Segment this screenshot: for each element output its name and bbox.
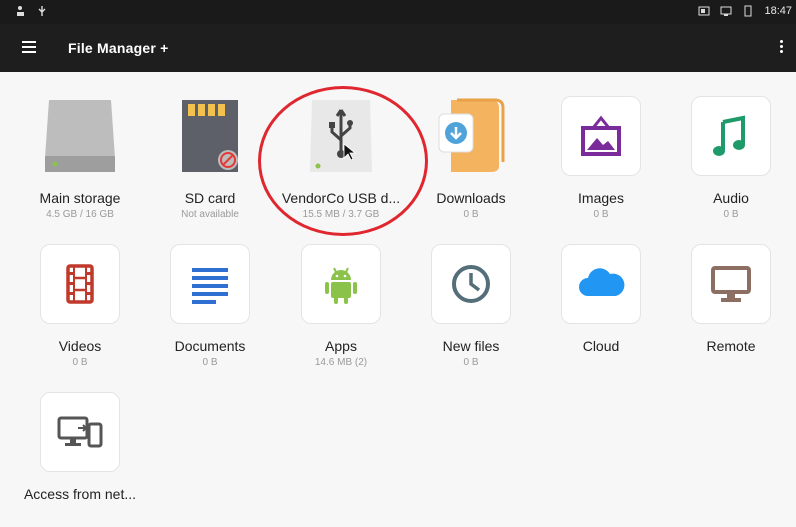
status-bar: 18:47: [0, 0, 796, 24]
tile-new-files[interactable]: New files 0 B: [406, 244, 536, 368]
sim-icon: [744, 5, 752, 17]
tile-images[interactable]: Images 0 B: [536, 96, 666, 220]
devices-icon: [57, 416, 103, 448]
tile-subtext: 0 B: [72, 357, 88, 368]
android-icon: [325, 267, 357, 304]
app-title: File Manager +: [68, 40, 169, 56]
sd-card-icon: [182, 100, 238, 172]
tile-label: SD card: [184, 190, 236, 206]
notification-icon: [17, 6, 24, 16]
tile-network-access[interactable]: Access from net...: [15, 392, 145, 502]
tile-label: New files: [442, 338, 500, 354]
tile-subtext: 0 B: [593, 209, 609, 220]
usb-icon: [38, 6, 46, 16]
tile-subtext: 0 B: [463, 357, 479, 368]
tile-subtext: 0 B: [202, 357, 218, 368]
more-options-icon[interactable]: [774, 38, 788, 58]
music-note-icon: [713, 115, 745, 156]
tile-label: Audio: [713, 190, 749, 206]
tile-label: Apps: [325, 338, 357, 354]
tile-main-storage[interactable]: Main storage 4.5 GB / 16 GB: [15, 96, 145, 220]
tile-videos[interactable]: Videos 0 B: [15, 244, 145, 368]
status-time: 18:47: [764, 5, 792, 17]
tile-cloud[interactable]: Cloud: [536, 244, 666, 354]
tile-label: Downloads: [436, 190, 506, 206]
document-lines-icon: [192, 268, 228, 304]
tile-remote[interactable]: Remote: [666, 244, 796, 354]
tile-label: Videos: [58, 338, 102, 354]
usb-drive-icon: [310, 100, 372, 172]
tile-label: Main storage: [39, 190, 121, 206]
tile-label: Documents: [174, 338, 246, 354]
app-toolbar: File Manager +: [0, 24, 796, 72]
tile-subtext: 0 B: [463, 209, 479, 220]
tile-label: Cloud: [582, 338, 620, 354]
tile-apps[interactable]: Apps 14.6 MB (2): [276, 244, 406, 368]
hard-drive-icon: [45, 100, 115, 172]
screen-icon: [720, 6, 732, 16]
clock-icon: [452, 265, 490, 303]
tile-usb-drive[interactable]: VendorCo USB d... 15.5 MB / 3.7 GB: [276, 96, 406, 220]
tile-subtext: 15.5 MB / 3.7 GB: [302, 209, 380, 220]
storage-grid: Main storage 4.5 GB / 16 GB SD card Not …: [0, 72, 796, 527]
tile-documents[interactable]: Documents 0 B: [145, 244, 275, 368]
tile-label: Images: [578, 190, 624, 206]
tile-label: Remote: [706, 338, 756, 354]
tile-subtext: Not available: [181, 209, 239, 220]
tile-audio[interactable]: Audio 0 B: [666, 96, 796, 220]
cast-icon: [698, 6, 710, 16]
cloud-icon: [579, 268, 625, 296]
tile-label: Access from net...: [23, 486, 137, 502]
image-icon: [581, 115, 621, 156]
tile-subtext: 14.6 MB (2): [314, 357, 368, 368]
tile-subtext: 0 B: [723, 209, 739, 220]
film-icon: [66, 264, 94, 304]
tile-subtext: 4.5 GB / 16 GB: [46, 209, 114, 220]
monitor-icon: [711, 266, 751, 302]
menu-icon[interactable]: [22, 38, 42, 58]
tile-downloads[interactable]: Downloads 0 B: [406, 96, 536, 220]
downloads-folder-icon: [438, 98, 505, 172]
tile-label: VendorCo USB d...: [281, 190, 401, 206]
tile-sd-card[interactable]: SD card Not available: [145, 96, 275, 220]
